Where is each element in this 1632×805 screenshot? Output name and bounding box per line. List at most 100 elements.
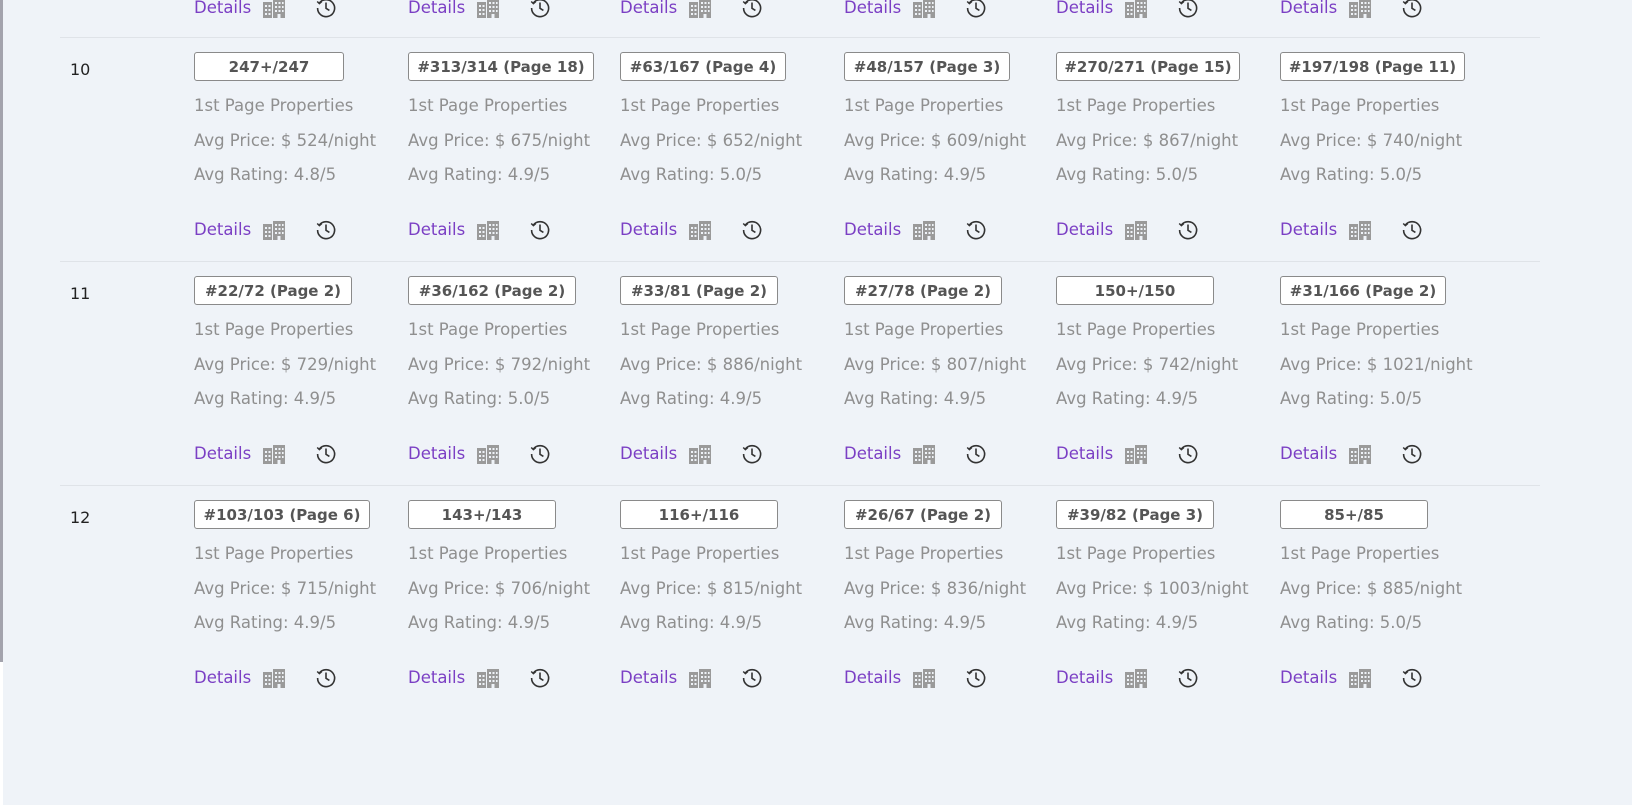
rank-badge: #39/82 (Page 3) (1056, 500, 1214, 529)
history-clock-icon[interactable] (1176, 218, 1200, 242)
building-icon[interactable] (688, 444, 712, 464)
history-clock-icon[interactable] (1400, 218, 1424, 242)
avg-price: Avg Price: $ 886/night (620, 355, 803, 374)
details-link[interactable]: Details (1280, 220, 1337, 240)
history-clock-icon[interactable] (964, 0, 988, 20)
row-number: 11 (70, 284, 91, 303)
avg-price: Avg Price: $ 715/night (194, 579, 377, 598)
avg-rating: Avg Rating: 4.9/5 (844, 389, 987, 408)
history-clock-icon[interactable] (314, 442, 338, 466)
history-clock-icon[interactable] (740, 218, 764, 242)
details-link[interactable]: Details (1056, 668, 1113, 688)
building-icon[interactable] (1348, 0, 1372, 18)
building-icon[interactable] (1348, 668, 1372, 688)
details-link[interactable]: Details (408, 220, 465, 240)
history-clock-icon[interactable] (528, 0, 552, 20)
details-link[interactable]: Details (408, 668, 465, 688)
details-link[interactable]: Details (844, 444, 901, 464)
building-icon[interactable] (262, 220, 286, 240)
history-clock-icon[interactable] (1400, 666, 1424, 690)
building-icon[interactable] (476, 668, 500, 688)
rank-badge: 116+/116 (620, 500, 778, 529)
avg-price: Avg Price: $ 885/night (1280, 579, 1463, 598)
rank-badge: 143+/143 (408, 500, 556, 529)
history-clock-icon[interactable] (314, 0, 338, 20)
history-clock-icon[interactable] (314, 666, 338, 690)
history-clock-icon[interactable] (1400, 0, 1424, 20)
history-clock-icon[interactable] (528, 442, 552, 466)
first-page-label: 1st Page Properties (620, 320, 780, 339)
rank-badge: #48/157 (Page 3) (844, 52, 1010, 81)
building-icon[interactable] (476, 0, 500, 18)
building-icon[interactable] (262, 444, 286, 464)
building-icon[interactable] (688, 220, 712, 240)
building-icon[interactable] (476, 220, 500, 240)
details-link[interactable]: Details (844, 220, 901, 240)
first-page-label: 1st Page Properties (194, 320, 354, 339)
history-clock-icon[interactable] (964, 666, 988, 690)
building-icon[interactable] (1124, 444, 1148, 464)
building-icon[interactable] (688, 0, 712, 18)
building-icon[interactable] (912, 668, 936, 688)
details-link[interactable]: Details (1056, 220, 1113, 240)
building-icon[interactable] (912, 444, 936, 464)
details-link[interactable]: Details (844, 0, 901, 18)
avg-price: Avg Price: $ 524/night (194, 131, 377, 150)
details-link[interactable]: Details (408, 0, 465, 18)
first-page-label: 1st Page Properties (1056, 544, 1216, 563)
history-clock-icon[interactable] (964, 442, 988, 466)
building-icon[interactable] (262, 0, 286, 18)
history-clock-icon[interactable] (740, 442, 764, 466)
rank-badge: #103/103 (Page 6) (194, 500, 370, 529)
avg-rating: Avg Rating: 5.0/5 (1280, 613, 1423, 632)
details-link[interactable]: Details (194, 668, 251, 688)
history-clock-icon[interactable] (740, 666, 764, 690)
building-icon[interactable] (1124, 220, 1148, 240)
history-clock-icon[interactable] (1400, 442, 1424, 466)
avg-rating: Avg Rating: 4.9/5 (844, 165, 987, 184)
details-link[interactable]: Details (194, 220, 251, 240)
avg-rating: Avg Rating: 4.9/5 (408, 165, 551, 184)
building-icon[interactable] (476, 444, 500, 464)
first-page-label: 1st Page Properties (1056, 320, 1216, 339)
history-clock-icon[interactable] (528, 218, 552, 242)
building-icon[interactable] (912, 0, 936, 18)
row-number: 10 (70, 60, 91, 79)
details-link[interactable]: Details (1280, 668, 1337, 688)
history-clock-icon[interactable] (528, 666, 552, 690)
history-clock-icon[interactable] (740, 0, 764, 20)
details-link[interactable]: Details (620, 220, 677, 240)
details-link[interactable]: Details (194, 444, 251, 464)
first-page-label: 1st Page Properties (408, 544, 568, 563)
avg-price: Avg Price: $ 792/night (408, 355, 591, 374)
building-icon[interactable] (912, 220, 936, 240)
cell-actions: Details (620, 0, 780, 20)
details-link[interactable]: Details (1280, 444, 1337, 464)
details-link[interactable]: Details (1280, 0, 1337, 18)
avg-price: Avg Price: $ 1003/night (1056, 579, 1249, 598)
avg-rating: Avg Rating: 5.0/5 (408, 389, 551, 408)
details-link[interactable]: Details (194, 0, 251, 18)
rank-badge: #313/314 (Page 18) (408, 52, 594, 81)
history-clock-icon[interactable] (1176, 0, 1200, 20)
avg-rating: Avg Rating: 4.8/5 (194, 165, 337, 184)
building-icon[interactable] (1348, 220, 1372, 240)
building-icon[interactable] (688, 668, 712, 688)
details-link[interactable]: Details (620, 444, 677, 464)
details-link[interactable]: Details (620, 0, 677, 18)
details-link[interactable]: Details (1056, 444, 1113, 464)
building-icon[interactable] (1124, 668, 1148, 688)
details-link[interactable]: Details (408, 444, 465, 464)
building-icon[interactable] (262, 668, 286, 688)
first-page-label: 1st Page Properties (620, 544, 780, 563)
history-clock-icon[interactable] (1176, 666, 1200, 690)
building-icon[interactable] (1348, 444, 1372, 464)
details-link[interactable]: Details (844, 668, 901, 688)
details-link[interactable]: Details (1056, 0, 1113, 18)
history-clock-icon[interactable] (964, 218, 988, 242)
building-icon[interactable] (1124, 0, 1148, 18)
history-clock-icon[interactable] (314, 218, 338, 242)
history-clock-icon[interactable] (1176, 442, 1200, 466)
details-link[interactable]: Details (620, 668, 677, 688)
rank-badge: #36/162 (Page 2) (408, 276, 576, 305)
